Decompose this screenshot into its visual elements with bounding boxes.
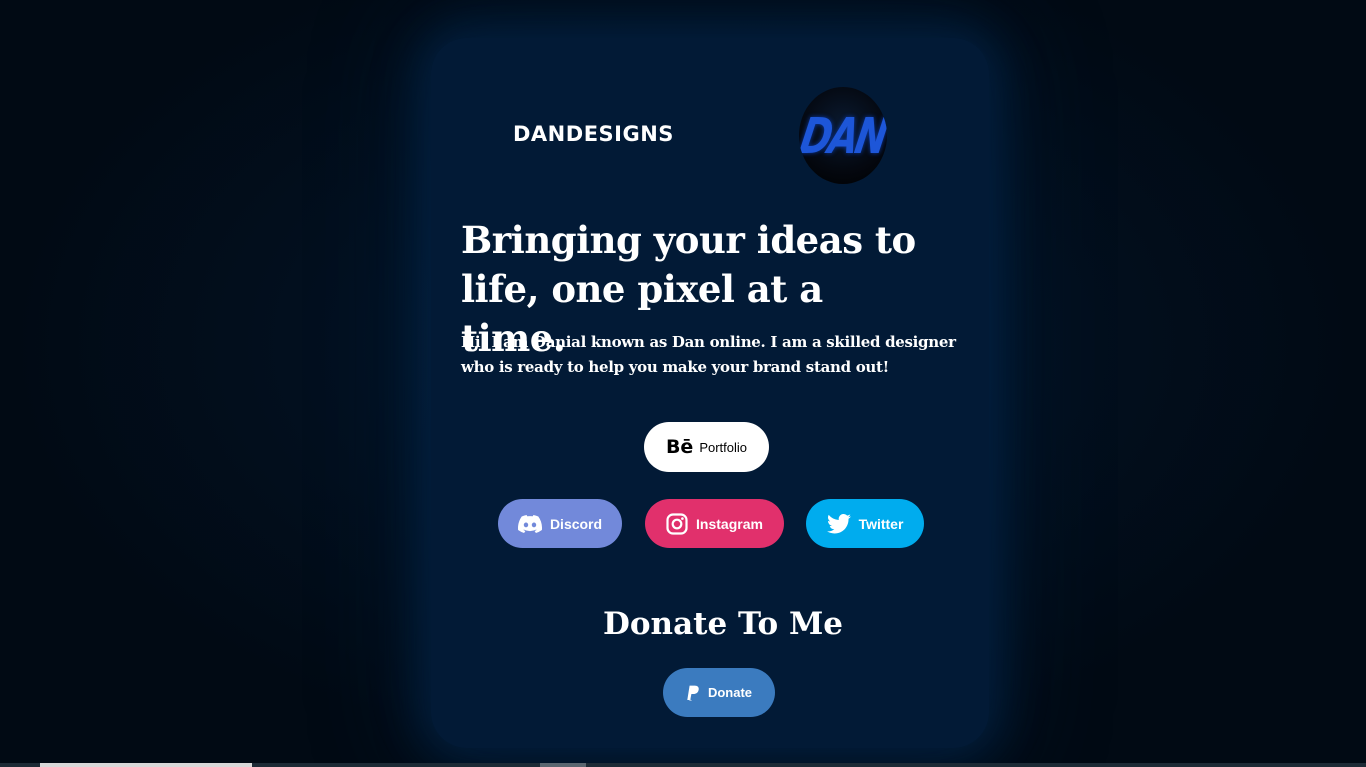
instagram-label: Instagram xyxy=(696,515,763,532)
discord-button[interactable]: Discord xyxy=(498,499,622,548)
twitter-label: Twitter xyxy=(858,515,904,532)
instagram-icon xyxy=(666,512,688,535)
scrollbar-thumb[interactable] xyxy=(540,763,586,767)
discord-label: Discord xyxy=(549,515,603,532)
logo-text: DAN xyxy=(799,106,887,165)
brand-name: DANDESIGNS xyxy=(513,122,674,146)
page-background: DANDESIGNS DAN Bringing your ideas to li… xyxy=(0,0,1366,767)
portfolio-label: Portfolio xyxy=(699,439,748,455)
portfolio-button[interactable]: Bē Portfolio xyxy=(644,422,769,472)
profile-card: DANDESIGNS DAN Bringing your ideas to li… xyxy=(431,38,989,748)
paypal-icon xyxy=(687,685,699,701)
discord-icon xyxy=(517,514,542,533)
hero-intro: Hi! I am Danial known as Dan online. I a… xyxy=(461,333,956,376)
bottom-scrollbar[interactable] xyxy=(0,763,1366,767)
donate-heading: Donate To Me xyxy=(602,606,844,642)
scrollbar-segment xyxy=(40,763,252,767)
donate-button[interactable]: Donate xyxy=(663,668,775,717)
twitter-button[interactable]: Twitter xyxy=(806,499,924,548)
behance-icon: Bē xyxy=(665,436,694,458)
twitter-icon xyxy=(826,513,851,533)
avatar-logo: DAN xyxy=(799,87,887,184)
donate-label: Donate xyxy=(707,685,753,700)
instagram-button[interactable]: Instagram xyxy=(645,499,784,548)
